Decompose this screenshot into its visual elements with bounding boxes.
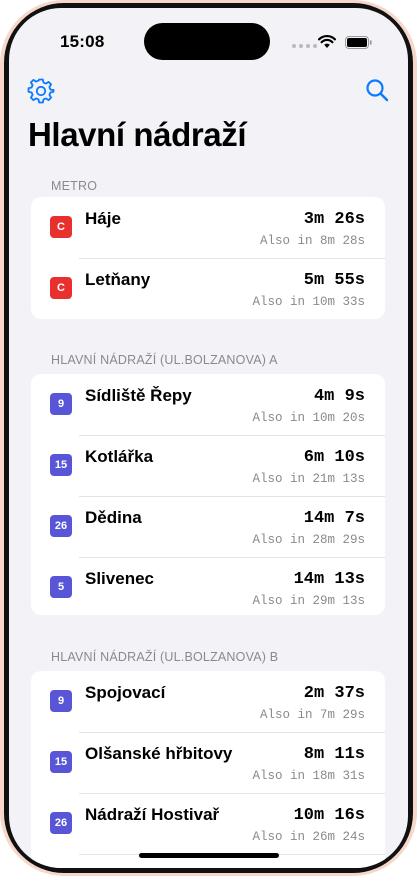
- next-departure-time: 10m 16s: [293, 806, 365, 825]
- departure-row[interactable]: 9 Sídliště Řepy 4m 9s Also in 10m 20s: [31, 374, 385, 435]
- departures-card-stop-b: 9 Spojovací 2m 37s Also in 7m 29s 15 Olš…: [31, 671, 385, 868]
- line-badge: 5: [50, 576, 72, 598]
- following-departure-time: Also in 18m 31s: [252, 769, 365, 783]
- destination-name: Olšanské hřbitovy: [85, 744, 233, 763]
- departure-row[interactable]: C Letňany 5m 55s Also in 10m 33s: [31, 258, 385, 319]
- row-divider: [79, 732, 385, 733]
- next-departure-time: 14m 13s: [293, 570, 365, 589]
- departures-card-metro: C Háje 3m 26s Also in 8m 28s C Letňany 5…: [31, 197, 385, 319]
- line-badge: 26: [50, 515, 72, 537]
- departure-row[interactable]: 15 Kotlářka 6m 10s Also in 21m 13s: [31, 435, 385, 496]
- home-indicator[interactable]: [139, 853, 279, 858]
- line-badge: 9: [50, 393, 72, 415]
- following-departure-time: Also in 10m 33s: [252, 295, 365, 309]
- battery-icon: [345, 36, 372, 49]
- following-departure-time: Also in 21m 13s: [252, 472, 365, 486]
- departure-row[interactable]: 26 Nádraží Hostivař 10m 16s Also in 26m …: [31, 793, 385, 854]
- departure-row[interactable]: C Háje 3m 26s Also in 8m 28s: [31, 197, 385, 258]
- destination-name: Kotlářka: [85, 447, 154, 466]
- section-header-metro: METRO: [51, 179, 98, 193]
- row-divider: [79, 435, 385, 436]
- section-header-stop-a: HLAVNÍ NÁDRAŽÍ (UL.BOLZANOVA) A: [51, 353, 278, 367]
- destination-name: Letňany: [85, 270, 151, 289]
- following-departure-time: Also in 26m 24s: [252, 830, 365, 844]
- destination-name: Dědina: [85, 508, 142, 527]
- gear-icon[interactable]: [27, 76, 55, 104]
- departure-row[interactable]: 5 Slivenec 14m 13s Also in 29m 13s: [31, 557, 385, 615]
- next-departure-time: 5m 55s: [303, 271, 365, 290]
- next-departure-time: 3m 26s: [303, 210, 365, 229]
- line-badge: C: [50, 277, 72, 299]
- page-title: Hlavní nádraží: [28, 116, 247, 153]
- row-divider: [79, 496, 385, 497]
- navigation-toolbar: [9, 70, 408, 110]
- dynamic-island: [144, 23, 270, 60]
- line-badge: 15: [50, 751, 72, 773]
- next-departure-time: 8m 11s: [303, 745, 365, 764]
- wifi-icon: [318, 35, 336, 48]
- line-badge: C: [50, 216, 72, 238]
- status-time: 15:08: [60, 32, 105, 51]
- departure-row[interactable]: 9 Spojovací 2m 37s Also in 7m 29s: [31, 671, 385, 732]
- next-departure-time: 4m 9s: [313, 387, 365, 406]
- destination-name: Spojovací: [85, 683, 166, 702]
- status-bar: 15:08: [9, 8, 408, 62]
- line-badge: 26: [50, 812, 72, 834]
- departure-row[interactable]: 15 Olšanské hřbitovy 8m 11s Also in 18m …: [31, 732, 385, 793]
- following-departure-time: Also in 29m 13s: [252, 594, 365, 608]
- destination-name: Slivenec: [85, 569, 154, 588]
- next-departure-time: 14m 7s: [303, 509, 365, 528]
- section-header-stop-b: HLAVNÍ NÁDRAŽÍ (UL.BOLZANOVA) B: [51, 650, 279, 664]
- row-divider: [79, 258, 385, 259]
- row-divider: [79, 793, 385, 794]
- following-departure-time: Also in 10m 20s: [252, 411, 365, 425]
- following-departure-time: Also in 8m 28s: [259, 234, 365, 248]
- destination-name: Háje: [85, 209, 121, 228]
- destination-name: Sídliště Řepy: [85, 386, 192, 405]
- next-departure-time: 2m 37s: [303, 684, 365, 703]
- line-badge: 15: [50, 454, 72, 476]
- destination-name: Nádraží Hostivař: [85, 805, 220, 824]
- row-divider: [79, 557, 385, 558]
- line-badge: 9: [50, 690, 72, 712]
- following-departure-time: Also in 28m 29s: [252, 533, 365, 547]
- next-departure-time: 6m 10s: [303, 448, 365, 467]
- departure-row[interactable]: 26 Dědina 14m 7s Also in 28m 29s: [31, 496, 385, 557]
- departures-card-stop-a: 9 Sídliště Řepy 4m 9s Also in 10m 20s 15…: [31, 374, 385, 615]
- cellular-signal-icon: [292, 44, 318, 50]
- app-screen: 15:08 Hlavní nádraží METRO C Háje 3m 26s…: [9, 8, 408, 868]
- magnifying-glass-icon[interactable]: [363, 76, 391, 104]
- following-departure-time: Also in 7m 29s: [259, 708, 365, 722]
